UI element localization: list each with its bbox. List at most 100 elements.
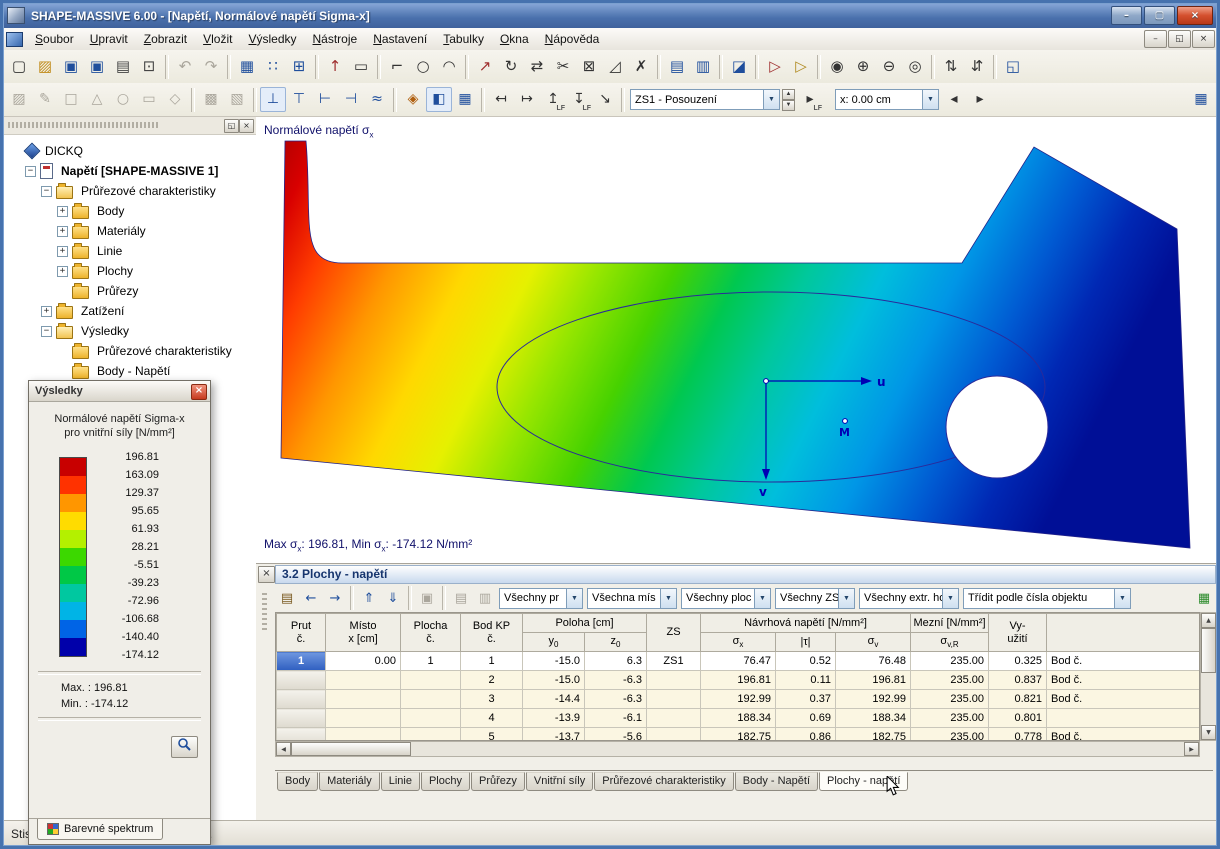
tree-item-plochy[interactable]: + Plochy [3, 261, 256, 281]
chevron-down-icon[interactable]: ▼ [942, 588, 958, 608]
col-plocha[interactable]: Plocha č. [400, 613, 461, 652]
cell-plocha[interactable]: 1 [400, 651, 461, 671]
cell-sigma-x[interactable]: 182.75 [700, 727, 776, 740]
menu-upravit[interactable]: Upravit [82, 29, 136, 49]
tree-item-body-nap-t[interactable]: Body - Napětí [3, 361, 256, 381]
expand-icon[interactable]: + [57, 265, 68, 277]
col-zs[interactable]: ZS [646, 613, 701, 652]
save-button[interactable]: ▣ [58, 54, 84, 79]
filter-v-echna-m-s[interactable]: Všechna mís ▼ [587, 587, 677, 609]
vertical-scroll-thumb[interactable] [1201, 628, 1216, 673]
table-close-button[interactable]: × [258, 566, 275, 583]
print-preview-button[interactable]: ⊡ [136, 54, 162, 79]
show-legend-button[interactable]: ▦ [452, 87, 478, 112]
collapse-icon[interactable]: − [41, 325, 52, 337]
print-button[interactable]: ▤ [110, 54, 136, 79]
arrange-windows-button[interactable]: ◱ [1000, 54, 1026, 79]
cell-sigma-x[interactable]: 76.47 [700, 651, 776, 671]
scroll-down-icon[interactable]: ▼ [1201, 725, 1216, 740]
new-file-button[interactable]: ▢ [6, 54, 32, 79]
chevron-down-icon[interactable]: ▼ [1114, 588, 1130, 608]
tool-fill-button[interactable]: ◇ [162, 87, 188, 112]
tool-outline-button[interactable]: ▭ [136, 87, 162, 112]
cell-tau[interactable]: 0.11 [775, 670, 836, 690]
cell-prut[interactable] [276, 689, 326, 709]
menu-nastaven[interactable]: Nastavení [365, 29, 435, 49]
cell-vyuziti[interactable]: 0.837 [988, 670, 1047, 690]
results-panel-title[interactable]: Výsledky [29, 381, 210, 402]
cell-sigma-vr[interactable]: 235.00 [910, 689, 989, 709]
tab-vnit-n-s-ly[interactable]: Vnitřní síly [525, 772, 594, 791]
cell-vyuziti[interactable]: 0.778 [988, 727, 1047, 740]
delete-object-button[interactable]: ✗ [628, 54, 654, 79]
table-properties-button[interactable]: ▤ [275, 587, 299, 610]
col-group-navrhova[interactable]: Návrhová napětí [N/mm²] [700, 613, 911, 633]
filter-up-button[interactable]: ⇑ [357, 587, 381, 610]
zoom-out-button[interactable]: ⊖ [876, 54, 902, 79]
redo-button[interactable]: ↷ [198, 54, 224, 79]
stress-ratio-button[interactable]: ⊣ [338, 87, 364, 112]
cell-sigma-x[interactable]: 196.81 [700, 670, 776, 690]
cell-zs[interactable] [646, 708, 701, 728]
stress-plot[interactable]: u v M [256, 117, 1217, 563]
jump-previous-button[interactable]: ← [299, 587, 323, 610]
stress-tau-button[interactable]: ⊤ [286, 87, 312, 112]
cell-vyuziti[interactable]: 0.325 [988, 651, 1047, 671]
show-values-button[interactable]: ◈ [400, 87, 426, 112]
zoom-all-button[interactable]: ◎ [902, 54, 928, 79]
divide-button[interactable]: ⊠ [576, 54, 602, 79]
tab-barevne-spektrum[interactable]: Barevné spektrum [37, 819, 164, 840]
cell-bod-kp[interactable]: 5 [460, 727, 523, 740]
cell-y0[interactable]: -15.0 [522, 670, 585, 690]
show-navigator-button[interactable]: ▥ [690, 54, 716, 79]
expand-icon[interactable]: + [57, 225, 68, 237]
insert-polyline-button[interactable]: ⌐ [384, 54, 410, 79]
next-stress-point-button[interactable]: ↦ [514, 87, 540, 112]
scroll-up-icon[interactable]: ▲ [1201, 613, 1216, 628]
tree-item-pr-ezy[interactable]: Průřezy [3, 281, 256, 301]
cell-misto-x[interactable] [325, 670, 401, 690]
document-icon[interactable] [6, 31, 23, 47]
next-load-case-button[interactable]: ↧ LF [566, 87, 592, 113]
cell-sigma-vr[interactable]: 235.00 [910, 651, 989, 671]
menu-zobrazit[interactable]: Zobrazit [136, 29, 195, 49]
tool-smooth-button[interactable]: ○ [110, 87, 136, 112]
filter-v-echny-extr-ho[interactable]: Všechny extr. ho ▼ [859, 587, 959, 609]
tab-pr-ezy[interactable]: Průřezy [470, 772, 525, 791]
legend-options-button[interactable] [171, 736, 198, 758]
tree-item-materi-ly[interactable]: + Materiály [3, 221, 256, 241]
zoom-in-button[interactable]: ⊕ [850, 54, 876, 79]
col-group-poloha[interactable]: Poloha [cm] [522, 613, 647, 633]
show-supports-button[interactable]: ▩ [198, 87, 224, 112]
move-copy-button[interactable]: ↗ [472, 54, 498, 79]
tab-plochy[interactable]: Plochy [420, 772, 470, 791]
cell-tau[interactable]: 0.37 [775, 689, 836, 709]
tree-item-linie[interactable]: + Linie [3, 241, 256, 261]
cell-zs[interactable]: ZS1 [646, 651, 701, 671]
cell-misto-x[interactable] [325, 708, 401, 728]
mdi-restore-button[interactable]: ◱ [1168, 30, 1191, 48]
visibility-filter-button[interactable]: ▷ [762, 54, 788, 79]
navigator-close-button[interactable]: × [239, 119, 254, 133]
show-tables-button[interactable]: ▤ [664, 54, 690, 79]
copy-row-button[interactable]: ▣ [415, 587, 439, 610]
collapse-icon[interactable]: − [41, 185, 52, 197]
cell-tau[interactable]: 0.69 [775, 708, 836, 728]
previous-load-case-button[interactable]: ↥ LF [540, 87, 566, 113]
tab-materi-ly[interactable]: Materiály [319, 772, 380, 791]
x-next-button[interactable]: ▸ [967, 87, 993, 112]
cell-bod-c[interactable]: Bod č. [1046, 689, 1199, 709]
col-y0[interactable]: y0 [522, 632, 585, 652]
col-bod-kp[interactable]: Bod KP č. [460, 613, 523, 652]
tab-linie[interactable]: Linie [380, 772, 420, 791]
menu-vlo-it[interactable]: Vložit [195, 29, 240, 49]
tool-shadow-button[interactable]: △ [84, 87, 110, 112]
cell-bod-c[interactable] [1046, 708, 1199, 728]
load-case-select[interactable]: ZS1 - Posouzení ▼ [630, 89, 780, 110]
cell-zs[interactable] [646, 689, 701, 709]
cell-sigma-v[interactable]: 192.99 [835, 689, 911, 709]
zoom-mode-button[interactable]: ◉ [824, 54, 850, 79]
cell-y0[interactable]: -15.0 [522, 651, 585, 671]
cell-zs[interactable] [646, 670, 701, 690]
result-diagram-button[interactable]: ◪ [726, 54, 752, 79]
